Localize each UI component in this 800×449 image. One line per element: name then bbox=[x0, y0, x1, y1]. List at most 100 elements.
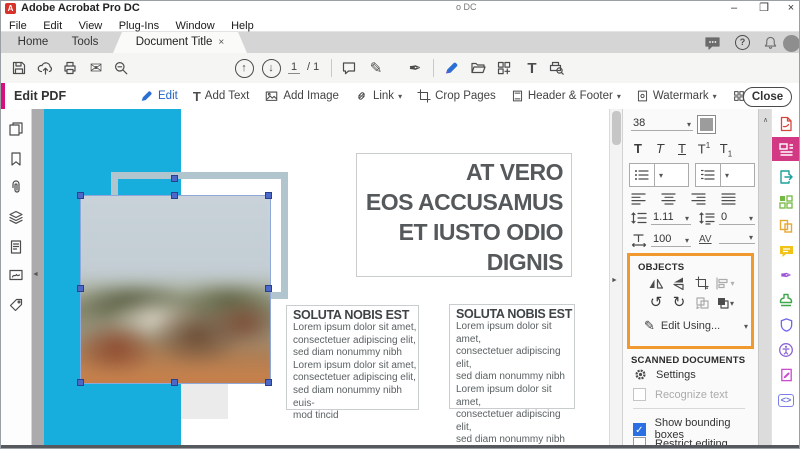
edit-pdf-tool-icon[interactable] bbox=[440, 57, 462, 79]
page-gray-shape[interactable] bbox=[181, 384, 228, 419]
accessibility-icon[interactable] bbox=[776, 340, 796, 360]
protect-shield-icon[interactable] bbox=[776, 315, 796, 335]
rotate-counterclockwise-button[interactable]: ↺ bbox=[646, 294, 666, 312]
next-page-button[interactable]: ↓ bbox=[260, 57, 282, 79]
help-icon[interactable]: ? bbox=[735, 35, 753, 51]
watermark-button[interactable]: Watermark ▾ bbox=[636, 89, 717, 103]
collapse-sidebar-icon[interactable]: ◄ bbox=[32, 271, 39, 278]
selection-handle[interactable] bbox=[77, 285, 84, 292]
open-folder-icon[interactable] bbox=[467, 57, 489, 79]
tab-document-title[interactable]: Document Title× bbox=[113, 32, 247, 53]
print-search-icon[interactable] bbox=[545, 57, 567, 79]
save-button[interactable] bbox=[8, 57, 30, 79]
organize-pages-icon[interactable] bbox=[776, 216, 796, 236]
collapse-panel-icon[interactable]: ► bbox=[611, 277, 618, 284]
arrange-objects-button[interactable]: ▾ bbox=[715, 294, 735, 312]
flip-horizontal-button[interactable] bbox=[646, 274, 666, 292]
tab-home[interactable]: Home bbox=[9, 32, 57, 53]
pencil-markup-icon[interactable]: ✎ bbox=[365, 57, 387, 79]
page-thumbnails-icon[interactable] bbox=[8, 121, 24, 137]
text-column-2[interactable]: SOLUTA NOBIS EST Lorem ipsum dolor sit a… bbox=[449, 304, 575, 409]
replace-image-button[interactable] bbox=[692, 294, 712, 312]
scan-pages-icon[interactable] bbox=[493, 57, 515, 79]
align-objects-button[interactable]: ▾ bbox=[715, 274, 735, 292]
selection-handle[interactable] bbox=[265, 285, 272, 292]
scrollbar-thumb[interactable] bbox=[612, 111, 621, 145]
attachments-icon[interactable] bbox=[8, 179, 24, 195]
search-zoom-icon[interactable] bbox=[110, 57, 132, 79]
line-spacing-select[interactable]: 1.11 ▾ bbox=[651, 211, 691, 225]
selection-handle[interactable] bbox=[171, 379, 178, 386]
rotate-clockwise-button[interactable]: ↻ bbox=[669, 294, 689, 312]
align-left-button[interactable] bbox=[631, 193, 647, 205]
javascript-tool-icon[interactable]: <> bbox=[776, 390, 796, 410]
minimize-button[interactable]: – bbox=[723, 1, 745, 15]
scan-settings-button[interactable]: Settings bbox=[633, 367, 696, 382]
crop-object-button[interactable] bbox=[692, 274, 712, 292]
prepare-form-icon[interactable] bbox=[776, 365, 796, 385]
subscript-button[interactable]: T1 bbox=[715, 141, 737, 159]
underline-button[interactable]: T bbox=[671, 141, 693, 159]
comment-bubble-icon[interactable] bbox=[338, 57, 360, 79]
export-pdf-icon[interactable] bbox=[776, 167, 796, 187]
headline-text-box[interactable]: AT VERO EOS ACCUSAMUS ET IUSTO ODIO DIGN… bbox=[356, 153, 572, 277]
selection-handle[interactable] bbox=[265, 379, 272, 386]
recognize-text-checkbox[interactable]: Recognize text bbox=[633, 388, 728, 401]
share-cloud-icon[interactable] bbox=[34, 57, 56, 79]
email-button[interactable]: ✉ bbox=[85, 57, 107, 79]
panel-scrollbar[interactable]: ∧ bbox=[758, 109, 772, 445]
comments-panel-icon[interactable] bbox=[704, 35, 722, 51]
superscript-button[interactable]: T1 bbox=[693, 141, 715, 159]
print-button[interactable] bbox=[59, 57, 81, 79]
horizontal-scale-select[interactable]: 100 ▾ bbox=[651, 233, 691, 247]
edit-pdf-active-tool[interactable] bbox=[772, 137, 800, 161]
tab-close-icon[interactable]: × bbox=[218, 37, 224, 48]
selected-image[interactable] bbox=[80, 195, 271, 384]
bookmarks-icon[interactable] bbox=[8, 151, 24, 167]
comment-tool-icon[interactable] bbox=[776, 241, 796, 261]
combine-files-icon[interactable] bbox=[776, 192, 796, 212]
create-pdf-icon[interactable] bbox=[776, 114, 796, 134]
selection-handle[interactable] bbox=[265, 192, 272, 199]
layers-icon[interactable] bbox=[8, 209, 24, 225]
signatures-icon[interactable] bbox=[8, 267, 24, 283]
font-color-swatch[interactable] bbox=[697, 115, 716, 134]
add-text-button[interactable]: T Add Text bbox=[193, 89, 250, 104]
justify-button[interactable] bbox=[721, 193, 737, 205]
edit-mode-button[interactable]: Edit bbox=[139, 89, 178, 103]
fill-sign-icon[interactable]: ✒ bbox=[776, 265, 796, 285]
tab-tools[interactable]: Tools bbox=[61, 32, 109, 53]
signature-pen-icon[interactable]: ✒ bbox=[404, 57, 426, 79]
link-button[interactable]: Link ▾ bbox=[354, 89, 402, 103]
close-edit-pdf-button[interactable]: Close bbox=[743, 87, 792, 107]
align-center-button[interactable] bbox=[661, 193, 677, 205]
selection-handle[interactable] bbox=[77, 192, 84, 199]
text-column-1[interactable]: SOLUTA NOBIS EST Lorem ipsum dolor sit a… bbox=[286, 305, 419, 410]
user-avatar[interactable] bbox=[783, 35, 800, 51]
header-footer-button[interactable]: Header & Footer ▾ bbox=[511, 89, 621, 103]
kerning-select[interactable]: ▾ bbox=[719, 233, 755, 244]
selection-handle[interactable] bbox=[171, 175, 178, 182]
selection-handle[interactable] bbox=[171, 192, 178, 199]
scroll-up-icon[interactable]: ∧ bbox=[763, 117, 768, 124]
bullet-list-select[interactable]: ▾ bbox=[629, 163, 689, 187]
maximize-button[interactable]: ❐ bbox=[753, 1, 775, 15]
font-size-select[interactable]: 38 ▾ bbox=[631, 117, 693, 131]
selection-handle[interactable] bbox=[77, 379, 84, 386]
align-right-button[interactable] bbox=[691, 193, 707, 205]
notifications-bell-icon[interactable] bbox=[763, 35, 781, 51]
italic-button[interactable]: T bbox=[649, 141, 671, 159]
previous-page-button[interactable]: ↑ bbox=[233, 57, 255, 79]
numbered-list-select[interactable]: ▾ bbox=[695, 163, 755, 187]
stamp-tool-icon[interactable] bbox=[776, 290, 796, 310]
bold-button[interactable]: T bbox=[627, 141, 649, 159]
paragraph-spacing-select[interactable]: 0 ▾ bbox=[719, 211, 755, 225]
tags-icon[interactable] bbox=[8, 297, 24, 313]
close-window-button[interactable]: × bbox=[780, 1, 800, 15]
destinations-icon[interactable] bbox=[8, 239, 24, 255]
flip-vertical-button[interactable] bbox=[669, 274, 689, 292]
add-text-tool-icon[interactable]: T bbox=[521, 57, 543, 79]
page-number-input[interactable]: 1 bbox=[288, 61, 300, 74]
crop-pages-button[interactable]: Crop Pages bbox=[417, 89, 496, 103]
add-image-button[interactable]: Add Image bbox=[264, 89, 339, 103]
